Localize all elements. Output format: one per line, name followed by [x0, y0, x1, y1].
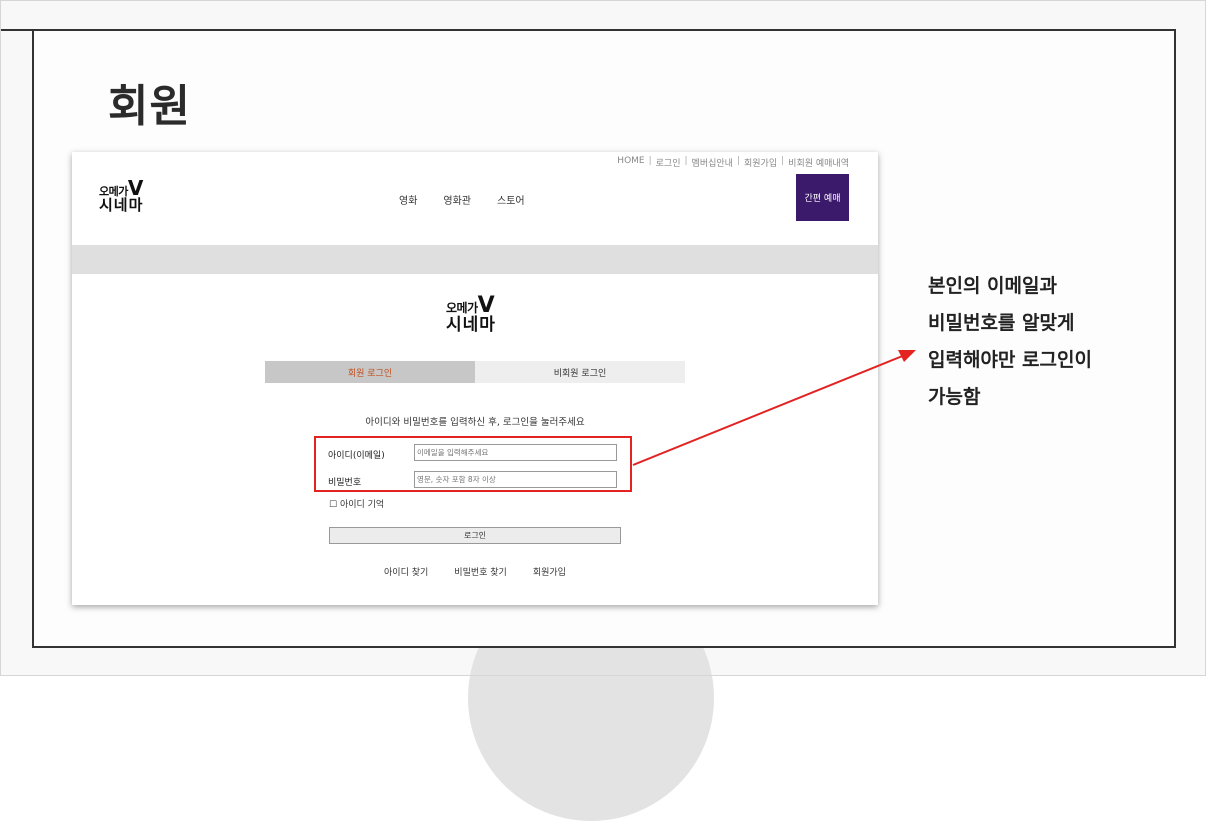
slide-border — [0, 0, 1206, 676]
